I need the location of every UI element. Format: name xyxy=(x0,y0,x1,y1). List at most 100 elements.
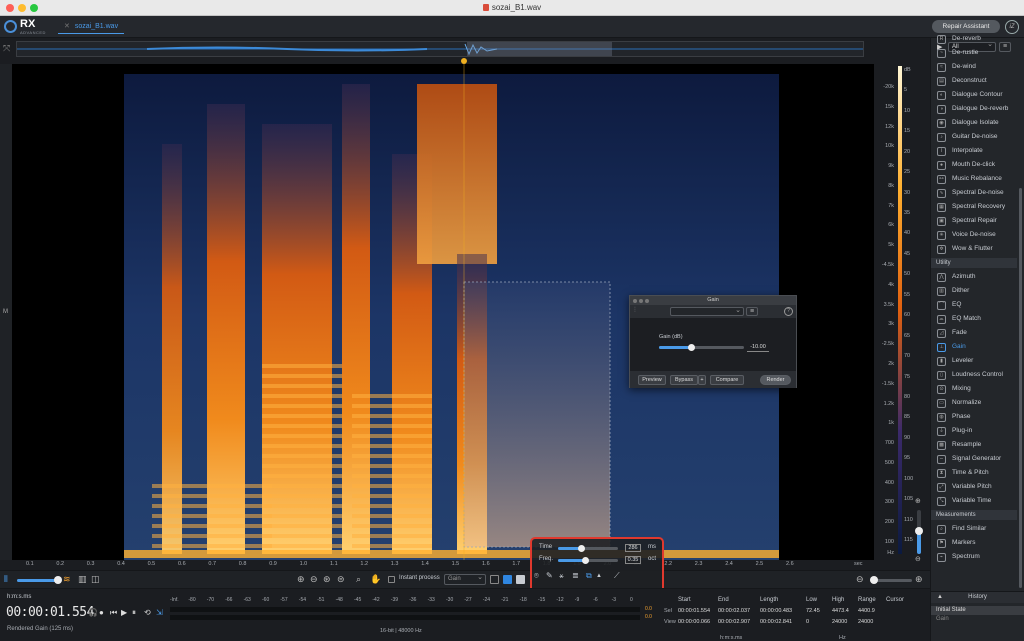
magic-wand-tool-icon[interactable]: ⚹ xyxy=(559,571,564,581)
collapse-history-icon[interactable]: ▲ xyxy=(937,592,943,603)
module-item-eq-match[interactable]: ⌓ EQ Match xyxy=(931,312,1017,326)
play-icon[interactable]: ▶ xyxy=(121,608,127,617)
overview-view-region[interactable] xyxy=(467,42,612,56)
spectrogram-opacity-knob[interactable] xyxy=(54,576,62,584)
module-item-signal-generator[interactable]: ∼ Signal Generator xyxy=(931,452,1017,466)
history-item[interactable]: Gain xyxy=(931,615,1024,624)
module-item-music-rebalance[interactable]: ⚯ Music Rebalance xyxy=(931,172,1017,186)
history-header[interactable]: ▲ History xyxy=(931,592,1024,603)
harmonic-selection-icon[interactable]: ≣ xyxy=(572,571,579,580)
module-item-voice-de-noise[interactable]: ✳ Voice De-noise xyxy=(931,228,1017,242)
zoom-in-icon[interactable]: ⊕ xyxy=(297,574,305,585)
module-pin-icon[interactable]: ⫶ xyxy=(634,307,636,315)
module-item-markers[interactable]: ⚑ Markers xyxy=(931,536,1017,550)
module-item-de-rustle[interactable]: ~ De-rustle xyxy=(931,46,1017,60)
loop-icon[interactable]: ⟲ xyxy=(144,608,151,617)
module-item-spectrum[interactable]: ⌁ Spectrum xyxy=(931,550,1017,564)
zoom-fit-icon[interactable]: ⊜ xyxy=(337,574,345,585)
gain-module-titlebar[interactable]: Gain xyxy=(630,296,796,305)
module-list-scrollbar[interactable] xyxy=(1019,188,1022,588)
module-item-dialogue-de-reverb[interactable]: ◑ Dialogue De-reverb xyxy=(931,102,1017,116)
preset-menu-icon[interactable]: ≡ xyxy=(746,307,758,316)
module-item-eq[interactable]: ⌒ EQ xyxy=(931,298,1017,312)
vertical-zoom-knob[interactable] xyxy=(915,527,923,535)
render-button[interactable]: Render xyxy=(760,375,791,385)
go-to-start-icon[interactable]: ⏮ xyxy=(110,608,117,618)
module-item-deconstruct[interactable]: ▤ Deconstruct xyxy=(931,74,1017,88)
zoom-out-icon[interactable]: ⊖ xyxy=(310,574,318,585)
gain-module-window[interactable]: Gain ⫶ ≡ ? Gain (dB) -10.00 Preview Bypa… xyxy=(629,295,797,388)
freq-value-field[interactable]: 0.35 xyxy=(625,556,641,564)
module-item-gain[interactable]: ⊥ Gain xyxy=(931,340,1017,354)
vertical-zoom-in-icon[interactable]: ⊕ xyxy=(915,497,921,505)
instant-process-checkbox[interactable] xyxy=(388,576,395,583)
module-item-spectral-de-noise[interactable]: ∿ Spectral De-noise xyxy=(931,186,1017,200)
module-item-de-wind[interactable]: ≈ De-wind xyxy=(931,60,1017,74)
fade-curve-icon[interactable]: ⟋ xyxy=(614,571,620,581)
file-tab[interactable]: ✕ sozai_B1.wav xyxy=(58,20,125,34)
instant-process-mode-dropdown[interactable]: Gain xyxy=(444,573,486,585)
module-item-guitar-de-noise[interactable]: ♪ Guitar De-noise xyxy=(931,130,1017,144)
horizontal-zoom-out-icon[interactable]: ⊖ xyxy=(856,574,864,585)
gain-slider-knob[interactable] xyxy=(688,344,696,351)
pause-icon[interactable]: ⏸ xyxy=(132,608,136,618)
preview-button[interactable]: Preview xyxy=(638,375,666,385)
module-item-find-similar[interactable]: ⌕ Find Similar xyxy=(931,522,1017,536)
module-item-mouth-de-click[interactable]: ● Mouth De-click xyxy=(931,158,1017,172)
brush-tool-icon[interactable]: ✎ xyxy=(546,571,553,580)
module-item-phase[interactable]: ◍ Phase xyxy=(931,410,1017,424)
spectrogram-settings-icon[interactable]: ◫ xyxy=(91,574,100,585)
horizontal-zoom-knob[interactable] xyxy=(870,576,878,584)
module-item-wow-flutter[interactable]: ✲ Wow & Flutter xyxy=(931,242,1017,256)
module-item-mixing[interactable]: ⊙ Mixing xyxy=(931,382,1017,396)
time-selection-tool-icon[interactable] xyxy=(490,575,499,584)
module-item-dialogue-contour[interactable]: ◐ Dialogue Contour xyxy=(931,88,1017,102)
module-item-dialogue-isolate[interactable]: ◉ Dialogue Isolate xyxy=(931,116,1017,130)
utility-section-header[interactable]: Utility xyxy=(931,258,1017,268)
horizontal-zoom-in-icon[interactable]: ⊕ xyxy=(915,574,923,585)
history-item[interactable]: Initial State xyxy=(931,606,1024,615)
time-slider-knob[interactable] xyxy=(577,545,585,552)
help-icon[interactable]: ? xyxy=(784,307,793,316)
module-item-time-pitch[interactable]: ⧗ Time & Pitch xyxy=(931,466,1017,480)
preset-dropdown[interactable] xyxy=(670,306,744,316)
module-item-spectral-repair[interactable]: ▣ Spectral Repair xyxy=(931,214,1017,228)
gain-value-field[interactable]: -10.00 xyxy=(747,344,769,352)
selection-feather-popup[interactable]: Time 286 ms Freq. 0.35 oct ⌾ ✎ ⚹ ≣ ⧉ ▲ ⟋ xyxy=(530,537,664,593)
frequency-selection-tool-icon[interactable] xyxy=(503,575,512,584)
zoom-selection-icon[interactable]: ⊛ xyxy=(323,574,331,585)
module-item-de-reverb[interactable]: R De-reverb xyxy=(931,32,1017,46)
follow-playhead-icon[interactable]: ⇲ xyxy=(156,608,163,617)
feather-options-chevron-icon[interactable]: ▲ xyxy=(596,573,602,579)
module-item-dither[interactable]: ▥ Dither xyxy=(931,284,1017,298)
time-frequency-selection-tool-icon[interactable] xyxy=(516,575,525,584)
spectrogram-opacity-slider[interactable] xyxy=(17,579,59,582)
time-value-field[interactable]: 286 xyxy=(625,544,641,552)
feather-selection-icon[interactable]: ⧉ xyxy=(586,571,592,581)
module-item-plug-in[interactable]: ⏚ Plug-in xyxy=(931,424,1017,438)
module-item-interpolate[interactable]: ⌇ Interpolate xyxy=(931,144,1017,158)
module-item-fade[interactable]: ◿ Fade xyxy=(931,326,1017,340)
time-format-dropdown[interactable]: h:m:s.ms xyxy=(7,594,31,600)
compare-button[interactable]: Compare xyxy=(710,375,744,385)
collapse-overview-icon[interactable]: ⤧ xyxy=(3,43,10,54)
lasso-tool-icon[interactable]: ⌾ xyxy=(534,571,539,581)
module-item-spectral-recovery[interactable]: ▦ Spectral Recovery xyxy=(931,200,1017,214)
vertical-zoom-out-icon[interactable]: ⊖ xyxy=(915,555,921,563)
module-item-normalize[interactable]: ▭ Normalize xyxy=(931,396,1017,410)
bypass-add-button[interactable]: + xyxy=(698,375,706,385)
zoom-tool-icon[interactable]: ⌕ xyxy=(356,574,361,585)
module-item-resample[interactable]: ▩ Resample xyxy=(931,438,1017,452)
spectrogram-view-icon[interactable]: ≋ xyxy=(63,574,71,585)
module-item-variable-time[interactable]: ⤡ Variable Time xyxy=(931,494,1017,508)
module-item-azimuth[interactable]: ⋀ Azimuth xyxy=(931,270,1017,284)
measurements-section-header[interactable]: Measurements xyxy=(931,510,1017,520)
module-item-loudness-control[interactable]: ▯ Loudness Control xyxy=(931,368,1017,382)
hand-tool-icon[interactable]: ✋ xyxy=(370,574,381,585)
record-button-icon[interactable]: ● xyxy=(99,608,104,617)
close-tab-icon[interactable]: ✕ xyxy=(64,23,70,30)
module-item-variable-pitch[interactable]: ⤢ Variable Pitch xyxy=(931,480,1017,494)
display-settings-icon[interactable]: ▥ xyxy=(78,574,87,585)
monitor-icon[interactable]: 🎧 xyxy=(88,608,98,617)
bypass-button[interactable]: Bypass xyxy=(670,375,698,385)
